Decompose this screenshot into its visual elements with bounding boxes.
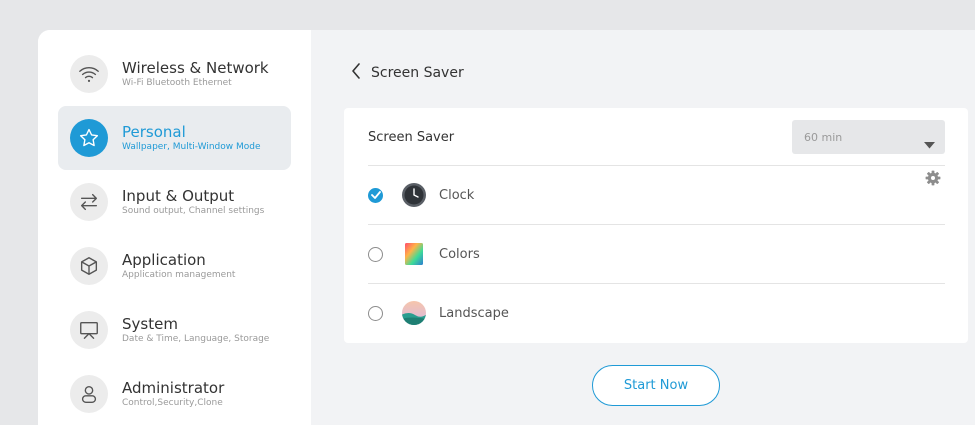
gear-icon[interactable]	[925, 170, 941, 190]
screen-saver-card: Screen Saver 60 min Clock Colors Landsca…	[344, 108, 968, 343]
option-label: Clock	[439, 187, 475, 203]
sidebar-item-title: Administrator	[122, 378, 225, 397]
sidebar-item-subtitle: Date & Time, Language, Storage	[122, 333, 270, 344]
settings-panel: Wireless & Network Wi-Fi Bluetooth Ether…	[38, 30, 975, 425]
cube-icon	[70, 247, 108, 285]
option-label: Colors	[439, 246, 480, 262]
sidebar-item-title: Wireless & Network	[122, 58, 269, 77]
chevron-left-icon	[351, 63, 361, 83]
duration-value: 60 min	[804, 130, 843, 144]
sidebar-item-subtitle: Control,Security,Clone	[122, 397, 223, 408]
radio-clock[interactable]	[368, 187, 383, 203]
sidebar-item-input-output[interactable]: Input & Output Sound output, Channel set…	[58, 170, 291, 234]
colors-gradient-icon	[401, 241, 427, 267]
sidebar-item-personal[interactable]: Personal Wallpaper, Multi-Window Mode	[58, 106, 291, 170]
sidebar-item-wireless-network[interactable]: Wireless & Network Wi-Fi Bluetooth Ether…	[58, 42, 291, 106]
option-colors[interactable]: Colors	[368, 225, 945, 283]
caret-down-icon	[924, 134, 935, 153]
duration-row: Screen Saver 60 min	[368, 120, 945, 154]
sidebar-item-title: Personal	[122, 122, 186, 141]
sidebar: Wireless & Network Wi-Fi Bluetooth Ether…	[38, 30, 311, 425]
option-label: Landscape	[439, 305, 509, 321]
radio-colors[interactable]	[368, 246, 383, 262]
landscape-icon	[401, 300, 427, 326]
wifi-icon	[70, 55, 108, 93]
sidebar-item-application[interactable]: Application Application management	[58, 234, 291, 298]
sidebar-item-subtitle: Wallpaper, Multi-Window Mode	[122, 141, 261, 152]
sidebar-item-subtitle: Sound output, Channel settings	[122, 205, 265, 216]
back-button[interactable]: Screen Saver	[351, 63, 464, 83]
sidebar-item-subtitle: Application management	[122, 269, 236, 280]
option-landscape[interactable]: Landscape	[368, 284, 945, 342]
presentation-screen-icon	[70, 311, 108, 349]
sidebar-item-title: System	[122, 314, 178, 333]
page-title: Screen Saver	[371, 65, 464, 81]
sidebar-item-administrator[interactable]: Administrator Control,Security,Clone	[58, 362, 291, 425]
clock-icon	[401, 182, 427, 208]
sidebar-item-title: Application	[122, 250, 206, 269]
star-icon	[70, 119, 108, 157]
start-now-button[interactable]: Start Now	[592, 365, 720, 406]
option-clock[interactable]: Clock	[368, 166, 945, 224]
swap-arrows-icon	[70, 183, 108, 221]
sidebar-item-system[interactable]: System Date & Time, Language, Storage	[58, 298, 291, 362]
setting-label: Screen Saver	[368, 129, 455, 145]
duration-select[interactable]: 60 min	[792, 120, 945, 154]
user-icon	[70, 375, 108, 413]
sidebar-item-subtitle: Wi-Fi Bluetooth Ethernet	[122, 77, 232, 88]
radio-landscape[interactable]	[368, 305, 383, 321]
sidebar-item-title: Input & Output	[122, 186, 235, 205]
main-content: Screen Saver Screen Saver 60 min Clock C…	[311, 30, 975, 425]
